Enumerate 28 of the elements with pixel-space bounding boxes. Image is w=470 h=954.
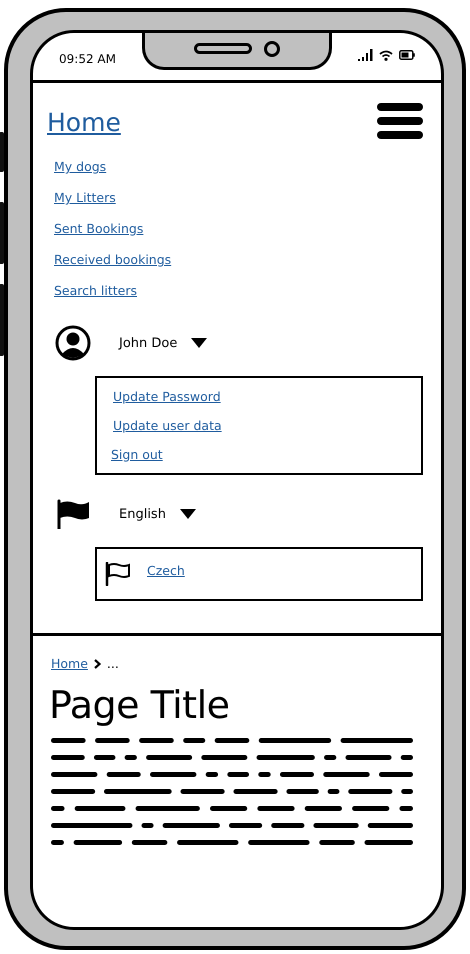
user-name[interactable]: John Doe — [119, 336, 178, 350]
user-menu-link[interactable]: Update Password — [113, 388, 221, 406]
breadcrumb-current: ... — [106, 656, 119, 671]
menu-icon[interactable] — [377, 103, 423, 140]
flag-icon[interactable] — [55, 499, 91, 529]
language-option-link[interactable]: Czech — [147, 562, 185, 580]
caret-icon[interactable] — [191, 338, 208, 348]
nav-link[interactable]: Search litters — [54, 282, 138, 300]
wifi-icon — [379, 50, 393, 60]
caret-icon[interactable] — [180, 509, 196, 519]
camera-icon — [264, 40, 280, 56]
signal-icon — [358, 49, 373, 61]
language-name[interactable]: English — [119, 506, 166, 522]
nav-link[interactable]: My Litters — [54, 189, 116, 207]
speaker-icon — [194, 43, 252, 54]
nav-link[interactable]: My dogs — [54, 158, 106, 176]
nav-link[interactable]: Sent Bookings — [54, 220, 144, 238]
breadcrumb-link[interactable]: Home — [51, 656, 88, 671]
user-avatar-icon[interactable] — [55, 325, 91, 361]
status-time: 09:52 AM — [59, 52, 116, 66]
flag-outline-icon — [105, 562, 131, 586]
page-title: Page Title — [49, 683, 231, 727]
user-menu-link[interactable]: Sign out — [111, 446, 163, 464]
battery-icon — [399, 50, 415, 60]
user-menu-link[interactable]: Update user data — [113, 416, 222, 434]
nav-link[interactable]: Received bookings — [54, 251, 172, 269]
chevron-icon — [94, 658, 101, 668]
home-link[interactable]: Home — [47, 108, 121, 137]
